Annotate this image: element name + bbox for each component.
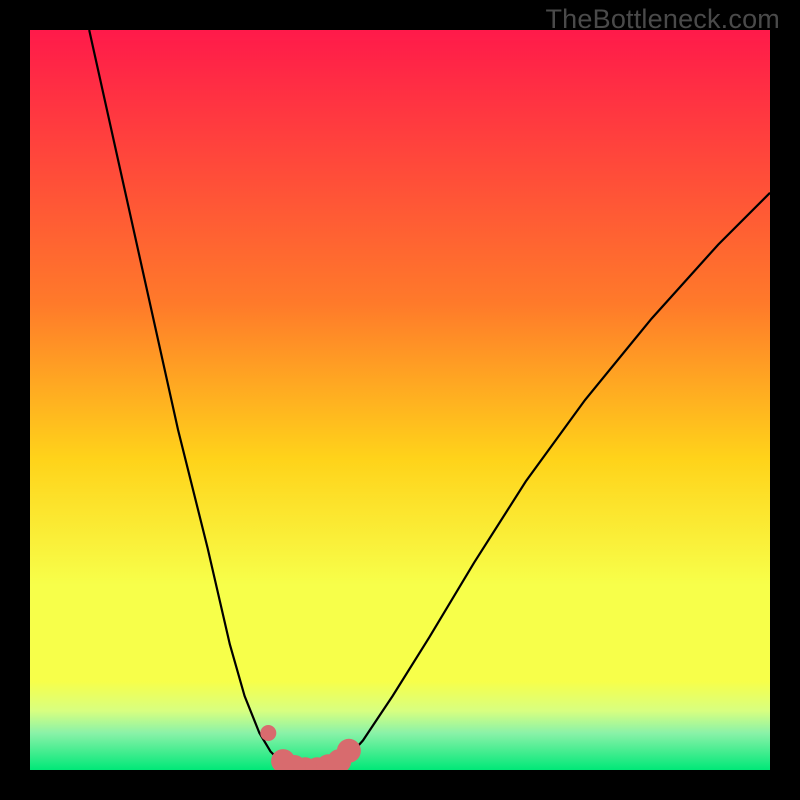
watermark-text: TheBottleneck.com xyxy=(545,4,780,35)
marker-dot xyxy=(260,725,276,741)
bottleneck-chart xyxy=(30,30,770,770)
chart-frame xyxy=(0,0,800,800)
gradient-background xyxy=(30,30,770,770)
marker-dot xyxy=(337,739,361,763)
